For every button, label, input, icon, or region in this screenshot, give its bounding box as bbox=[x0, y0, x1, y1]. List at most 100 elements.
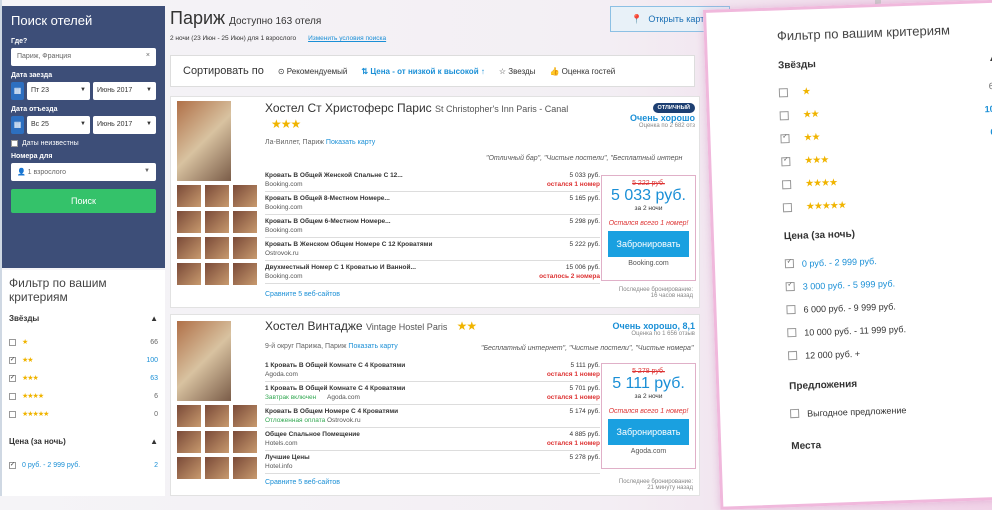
dates-unknown-checkbox[interactable]: Даты неизвестны bbox=[11, 140, 156, 147]
place-section-header[interactable]: Места bbox=[791, 434, 992, 452]
sort-stars[interactable]: ☆ Звезды bbox=[499, 67, 536, 76]
hotel-stars: ★★ bbox=[456, 319, 477, 333]
checkout-month-select[interactable]: Июнь 2017 ▼ bbox=[93, 116, 156, 134]
filter-title: Фильтр по вашим критериям bbox=[776, 22, 951, 44]
price-section-header[interactable]: Цена (за ночь)▲ bbox=[784, 224, 992, 242]
checkin-day-select[interactable]: Пт 23 ▼ bbox=[27, 82, 90, 100]
map-pin-icon: 📍 bbox=[631, 13, 643, 24]
rating-sub: Оценка по 1 656 отзыв bbox=[631, 331, 695, 337]
collapse-icon: ▲ bbox=[150, 437, 158, 446]
rooms-label: Номера для bbox=[11, 153, 53, 160]
rating-badge: ОТЛИЧНЫЙ bbox=[652, 103, 695, 113]
compare-link[interactable]: Сравните 5 веб-сайтов bbox=[265, 479, 340, 486]
star-filter-item[interactable]: ★★★★★ 0 bbox=[9, 405, 158, 423]
book-button[interactable]: Забронировать bbox=[608, 419, 689, 445]
star-filter-item[interactable]: ★ 66 bbox=[9, 333, 158, 351]
search-panel: Поиск отелей Где? Париж, Франция × Дата з… bbox=[2, 6, 165, 268]
city-title: Париж bbox=[170, 8, 226, 28]
offer-row[interactable]: Кровать В Общем Номере С 4 Кроватями Отло… bbox=[265, 405, 600, 428]
show-map-link[interactable]: Показать карту bbox=[348, 343, 397, 350]
main-price: 5 033 руб. bbox=[611, 187, 686, 204]
where-label: Где? bbox=[11, 38, 28, 45]
review-quotes: "Отличный бар", "Чистые постели", "Беспл… bbox=[486, 155, 683, 162]
rating-text: Очень хорошо, 8,1 bbox=[612, 321, 696, 331]
compare-link[interactable]: Сравните 5 веб-сайтов bbox=[265, 291, 340, 298]
hotel-card[interactable]: Хостел Винтадже Vintage Hostel Paris ★★ … bbox=[170, 314, 700, 496]
old-price: 5 222 руб. bbox=[632, 180, 665, 187]
sort-recommended[interactable]: ⊙ Рекомендуемый bbox=[278, 67, 348, 76]
star-filter-item[interactable]: ✓ ★★★ 63 bbox=[9, 369, 158, 387]
rooms-select[interactable]: 👤 1 взрослого ▼ bbox=[11, 163, 156, 181]
nights-label: за 2 ночи bbox=[634, 393, 663, 400]
hotel-photo[interactable] bbox=[177, 101, 231, 181]
rating-text: Очень хорошо bbox=[630, 113, 695, 123]
left-filter-panel: Фильтр по вашим критериям Звёзды ▲ ★ 66 ✓ ★★… bbox=[2, 270, 165, 496]
provider-name: Agoda.com bbox=[630, 448, 667, 455]
collapse-icon: ▲ bbox=[150, 314, 158, 323]
checkin-label: Дата заезда bbox=[11, 72, 53, 79]
offer-row[interactable]: Кровать В Общей Женской Спальне С 12... B… bbox=[265, 169, 600, 192]
offer-row[interactable]: Кровать В Женском Общем Номере С 12 Кров… bbox=[265, 238, 600, 261]
search-title: Поиск отелей bbox=[11, 13, 93, 28]
change-search-link[interactable]: Изменить условия поиска bbox=[308, 35, 386, 42]
offer-row[interactable]: 1 Кровать В Общей Комнате С 4 Кроватями З… bbox=[265, 382, 600, 405]
hotel-photo[interactable] bbox=[177, 321, 231, 401]
nights-label: за 2 ночи bbox=[634, 205, 663, 212]
offer-list: Кровать В Общей Женской Спальне С 12... B… bbox=[265, 169, 600, 284]
main-price: 5 111 руб. bbox=[612, 375, 685, 392]
price-box: 5 222 руб. 5 033 руб. за 2 ночи Остался … bbox=[601, 175, 696, 281]
offer-row[interactable]: Двухместный Номер С 1 Кроватью И Ванной.… bbox=[265, 261, 600, 284]
offer-list: 1 Кровать В Общей Комнате С 4 Кроватями A… bbox=[265, 359, 600, 474]
calendar-icon[interactable]: ▦ bbox=[11, 116, 24, 134]
where-input[interactable]: Париж, Франция × bbox=[11, 48, 156, 66]
chevron-down-icon: ▼ bbox=[144, 168, 150, 174]
hotel-name[interactable]: Хостел Ст Христоферс Парис St Christophe… bbox=[265, 101, 605, 132]
stars-section-header[interactable]: Звёзды ▲ bbox=[778, 53, 992, 72]
star-filter-item[interactable]: ★★★★ 6 bbox=[9, 387, 158, 405]
collapse-icon: ▲ bbox=[987, 52, 992, 65]
search-button[interactable]: Поиск bbox=[11, 189, 156, 213]
rooms-left-msg: Остался всего 1 номер! bbox=[608, 408, 689, 415]
where-value: Париж, Франция bbox=[17, 53, 71, 60]
filter-title: Фильтр по вашим критериям bbox=[9, 276, 107, 304]
provider-name: Booking.com bbox=[628, 260, 669, 267]
price-filter-item[interactable]: ✓ 0 руб. - 2 999 руб. 2 bbox=[9, 456, 158, 474]
checkout-day-select[interactable]: Вс 25 ▼ bbox=[27, 116, 90, 134]
rooms-left-msg: Остался всего 1 номер! bbox=[608, 220, 689, 227]
search-summary: 2 ночи (23 Июн - 25 Июн) для 1 взрослого bbox=[170, 35, 297, 42]
available-count: Доступно 163 отеля bbox=[229, 16, 322, 27]
hotel-location: 9-й округ Парижа, Париж Показать карту bbox=[265, 343, 398, 350]
book-button[interactable]: Забронировать bbox=[608, 231, 689, 257]
offer-row[interactable]: Лучшие Цены Hotel.info 5 278 руб. bbox=[265, 451, 600, 474]
photo-thumbnails[interactable] bbox=[177, 405, 257, 479]
sort-label: Сортировать по bbox=[183, 65, 264, 77]
zoomed-filter-panel: Фильтр по вашим критериям Звёзды ▲ ★ 66 ★★ 1… bbox=[703, 0, 992, 510]
checkin-month-select[interactable]: Июнь 2017 ▼ bbox=[93, 82, 156, 100]
stars-section-header[interactable]: Звёзды ▲ bbox=[9, 314, 158, 323]
hotel-location: Ла-Виллет, Париж Показать карту bbox=[265, 139, 376, 146]
old-price: 5 278 руб. bbox=[632, 368, 665, 375]
star-filter-item[interactable]: ✓ ★★ 100 bbox=[9, 351, 158, 369]
checkout-label: Дата отъезда bbox=[11, 106, 58, 113]
review-quotes: "Бесплатный интернет", "Чистые постели",… bbox=[481, 345, 694, 352]
hotel-stars: ★★★ bbox=[271, 117, 301, 131]
offers-section-header[interactable]: Предложения bbox=[789, 374, 992, 392]
offer-row[interactable]: Кровать В Общей 8-Местном Номере... Booki… bbox=[265, 192, 600, 215]
price-box: 5 278 руб. 5 111 руб. за 2 ночи Остался … bbox=[601, 363, 696, 469]
sort-price[interactable]: ⇅ Цена - от низкой к высокой ↑ bbox=[361, 67, 484, 76]
price-section-header[interactable]: Цена (за ночь)▲ bbox=[9, 437, 158, 446]
offer-filter-item[interactable]: Выгодное предложение bbox=[789, 395, 992, 426]
offer-row[interactable]: Кровать В Общем 6-Местном Номере... Booki… bbox=[265, 215, 600, 238]
sort-bar: Сортировать по ⊙ Рекомендуемый ⇅ Цена - … bbox=[170, 55, 695, 87]
offer-row[interactable]: Общее Спальное Помещение Hotels.com 4 885 … bbox=[265, 428, 600, 451]
offer-row[interactable]: 1 Кровать В Общей Комнате С 4 Кроватями A… bbox=[265, 359, 600, 382]
hotel-name[interactable]: Хостел Винтадже Vintage Hostel Paris ★★ bbox=[265, 319, 605, 335]
photo-thumbnails[interactable] bbox=[177, 185, 257, 285]
person-icon: 👤 bbox=[17, 169, 28, 176]
clear-icon[interactable]: × bbox=[146, 52, 150, 59]
last-booked: Последнее бронирование: 21 минуту назад bbox=[618, 479, 693, 491]
show-map-link[interactable]: Показать карту bbox=[326, 139, 375, 146]
hotel-card[interactable]: Хостел Ст Христоферс Парис St Christophe… bbox=[170, 96, 700, 308]
sort-rating[interactable]: 👍 Оценка гостей bbox=[549, 67, 615, 76]
calendar-icon[interactable]: ▦ bbox=[11, 82, 24, 100]
